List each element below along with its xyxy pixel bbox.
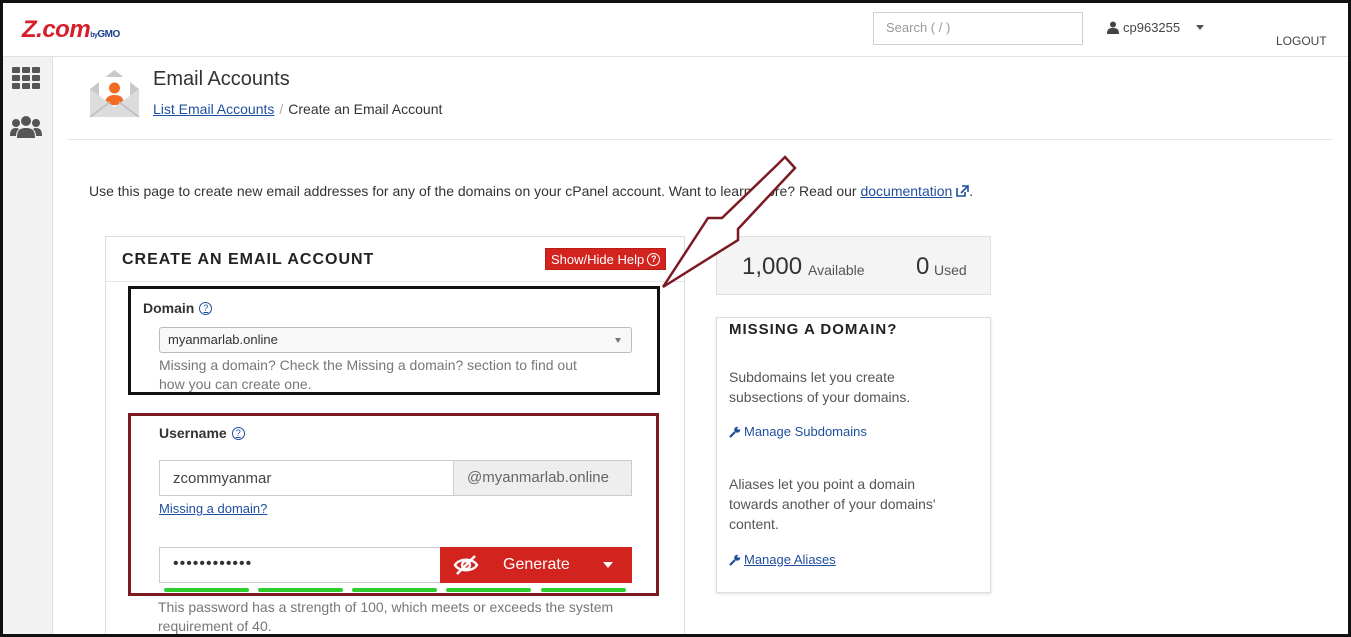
missing-domain-title: MISSING A DOMAIN?	[729, 321, 898, 338]
external-link-icon	[956, 185, 970, 197]
page-title: Email Accounts	[153, 68, 290, 90]
user-menu[interactable]: cp963255	[1107, 20, 1205, 35]
logout-link[interactable]: LOGOUT	[1276, 34, 1327, 48]
user-icon	[1107, 21, 1119, 34]
breadcrumb: List Email Accounts / Create an Email Acco…	[153, 101, 442, 117]
users-group-icon[interactable]	[10, 115, 42, 139]
breadcrumb-separator: /	[279, 101, 284, 117]
apps-grid-icon[interactable]	[12, 67, 40, 91]
email-envelope-icon	[89, 70, 140, 118]
subdomains-text: Subdomains let you create subsections of…	[729, 369, 911, 405]
left-sidebar	[0, 57, 53, 637]
missing-domain-panel: MISSING A DOMAIN? Subdomains let you cre…	[716, 317, 991, 593]
aliases-text: Aliases let you point a domain towards a…	[729, 476, 936, 532]
manage-aliases-link[interactable]: Manage Aliases	[729, 552, 836, 567]
password-strength-text: This password has a strength of 100, whi…	[158, 599, 614, 634]
domain-highlight-box	[128, 286, 660, 395]
intro-text: Use this page to create new email addres…	[89, 183, 974, 199]
top-header: Z.combyGMO Search ( / ) cp963255 LOGOUT	[0, 0, 1351, 57]
manage-subdomains-link[interactable]: Manage Subdomains	[729, 424, 867, 439]
breadcrumb-current: Create an Email Account	[288, 101, 443, 117]
documentation-link[interactable]: documentation	[860, 183, 952, 199]
username-password-highlight-box	[128, 413, 659, 596]
available-count: 1,000	[742, 253, 803, 280]
used-count: 0	[916, 253, 930, 280]
panel-title: CREATE AN EMAIL ACCOUNT	[122, 251, 375, 268]
zcom-logo[interactable]: Z.combyGMO	[22, 16, 120, 44]
email-stats: 1,000 Available 0 Used	[716, 236, 991, 295]
used-label: Used	[934, 262, 967, 278]
username-label: cp963255	[1123, 20, 1181, 35]
wrench-icon	[729, 426, 741, 438]
chevron-down-icon	[1196, 25, 1205, 30]
available-label: Available	[808, 262, 865, 278]
breadcrumb-list-email-accounts[interactable]: List Email Accounts	[153, 101, 274, 117]
header-divider	[67, 139, 1333, 140]
show-hide-help-button[interactable]: Show/Hide Help ?	[545, 248, 667, 270]
help-circle-icon: ?	[647, 252, 661, 266]
wrench-icon	[729, 554, 741, 566]
search-input[interactable]: Search ( / )	[873, 12, 1083, 45]
panel-header: CREATE AN EMAIL ACCOUNT Show/Hide Help ?	[106, 237, 684, 282]
